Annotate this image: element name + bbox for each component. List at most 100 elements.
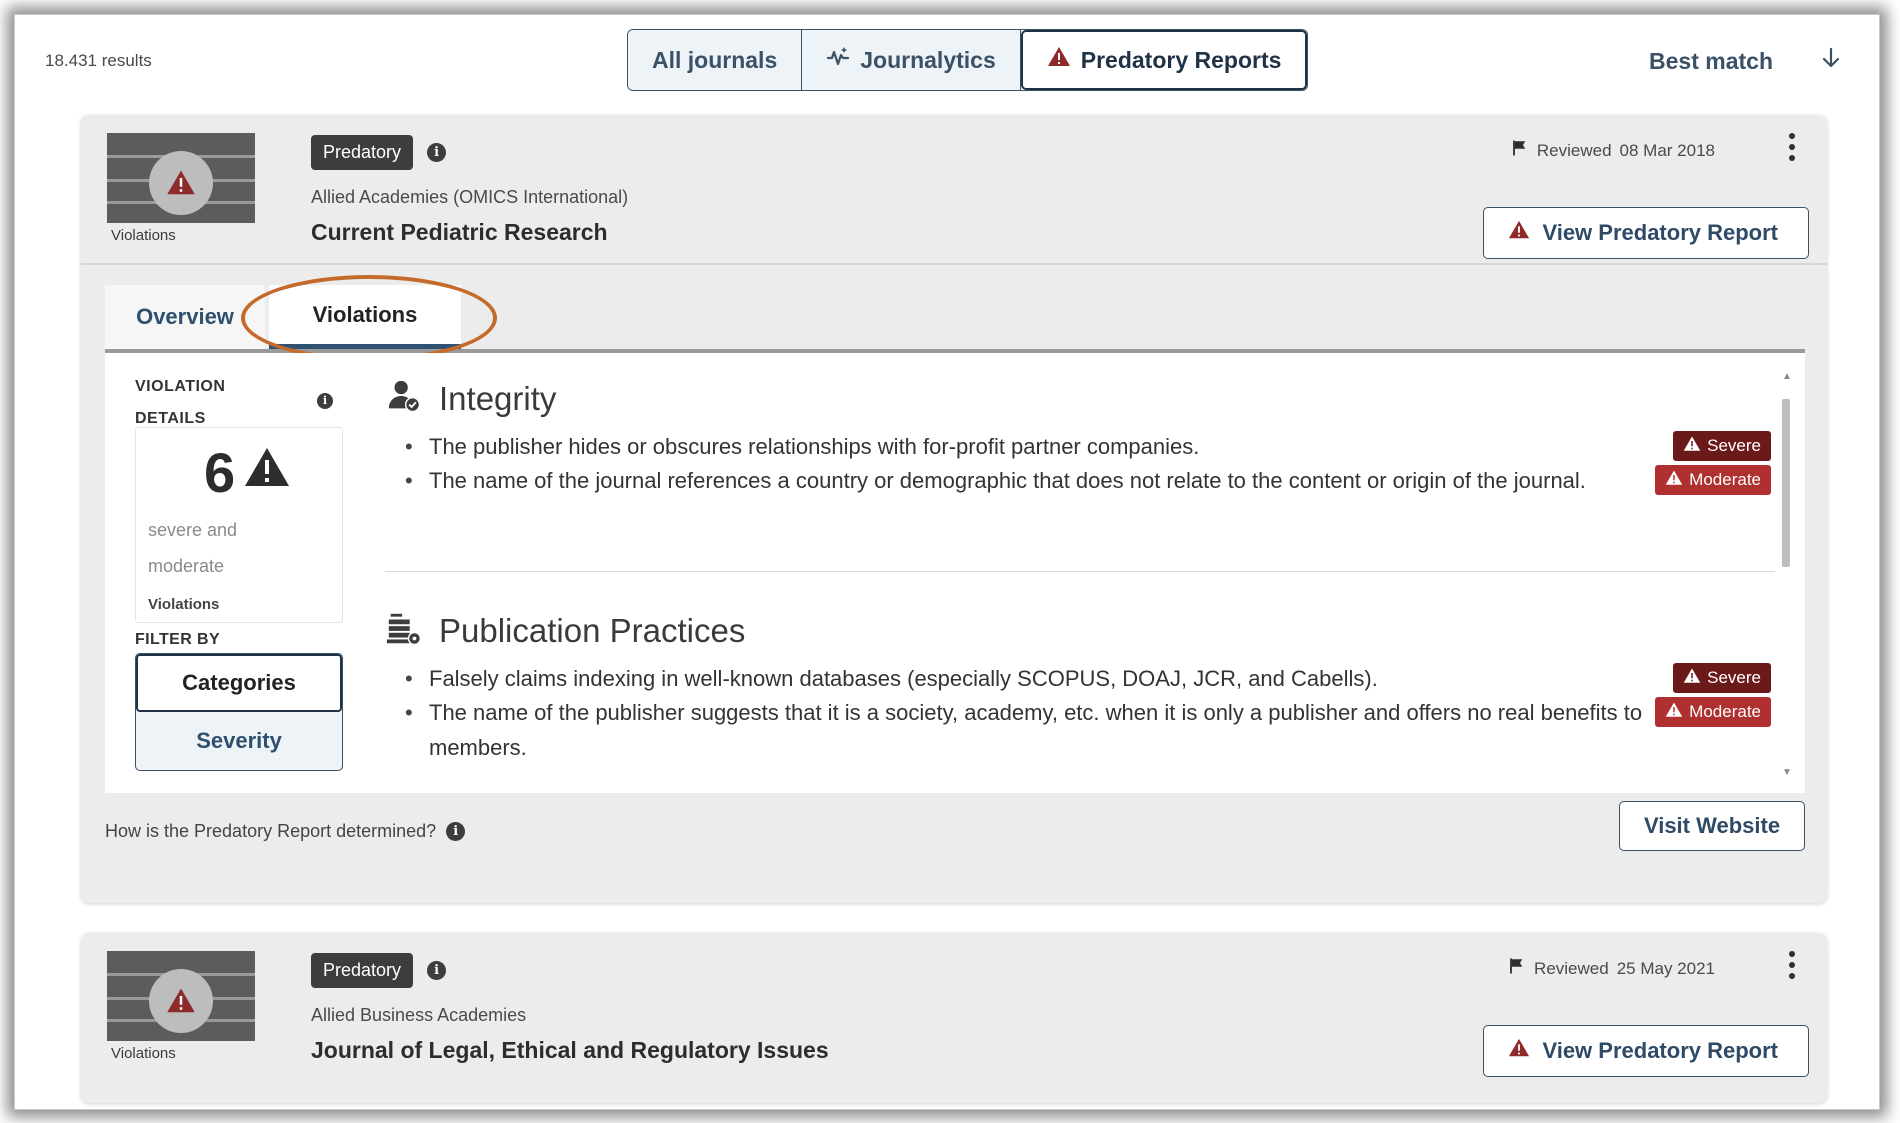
warning-triangle-icon	[1508, 219, 1530, 247]
severity-label: Severe	[1707, 436, 1761, 455]
app-frame: 18.431 results All journals Journalytics…	[14, 14, 1880, 1110]
count-sub-line2: moderate	[148, 556, 225, 576]
view-switcher: All journals Journalytics Predatory Repo…	[627, 29, 1309, 91]
filter-severity-button[interactable]: Severity	[136, 712, 342, 770]
violation-details-title-line1: VIOLATION	[135, 378, 226, 395]
reviewed-date: Reviewed 25 May 2021	[1508, 957, 1715, 980]
warning-triangle-icon	[149, 969, 213, 1033]
severity-badge-moderate: Moderate	[1655, 697, 1771, 727]
view-predatory-report-button[interactable]: View Predatory Report	[1483, 1025, 1809, 1077]
violation-item: The name of the publisher suggests that …	[405, 695, 1645, 765]
tab-all-journals[interactable]: All journals	[628, 30, 803, 90]
results-count: 18.431 results	[45, 51, 152, 70]
visit-website-button[interactable]: Visit Website	[1619, 801, 1805, 851]
tab-journalytics-label: Journalytics	[860, 46, 996, 73]
violation-count-label: Violations	[148, 596, 220, 613]
tab-journalytics[interactable]: Journalytics	[802, 30, 1021, 90]
tab-overview[interactable]: Overview	[105, 285, 265, 349]
violation-section-integrity: Integrity The publisher hides or obscure…	[385, 377, 1775, 498]
warning-triangle-icon	[1047, 45, 1071, 75]
predatory-tag-group: Predatory i	[311, 135, 447, 170]
view-predatory-report-label: View Predatory Report	[1542, 1038, 1778, 1063]
predatory-tag-group: Predatory i	[311, 953, 447, 988]
reviewed-label: Reviewed	[1534, 958, 1609, 978]
thumbnail-label: Violations	[111, 227, 176, 244]
journal-card-header: Violations Predatory i Allied Academies …	[81, 115, 1827, 265]
count-sub-line1: severe and	[148, 520, 238, 540]
section-title: Integrity	[439, 380, 557, 417]
publisher-name: Allied Business Academies	[311, 1005, 527, 1025]
sort-label: Best match	[1649, 47, 1773, 74]
severity-badge-moderate: Moderate	[1655, 465, 1771, 495]
predatory-tag: Predatory	[311, 135, 414, 170]
severity-label: Moderate	[1689, 702, 1761, 721]
tab-predatory-reports-label: Predatory Reports	[1080, 46, 1282, 73]
card-tabs: Overview Violations	[105, 285, 461, 349]
tab-all-journals-label: All journals	[652, 46, 778, 73]
reviewed-label: Reviewed	[1536, 140, 1612, 160]
severity-label: Moderate	[1689, 470, 1761, 489]
violation-details-title: VIOLATION DETAILS	[135, 371, 225, 435]
reviewed-date: Reviewed 08 Mar 2018	[1511, 139, 1715, 162]
publication-stack-icon	[385, 610, 423, 653]
filter-toggle: Categories Severity	[135, 653, 343, 771]
section-divider	[385, 571, 1775, 572]
scrollbar[interactable]: ▲ ▼	[1781, 371, 1792, 781]
severity-label: Severe	[1707, 668, 1761, 687]
info-icon[interactable]: i	[446, 822, 466, 841]
predatory-tag: Predatory	[311, 953, 414, 988]
filter-by-label: FILTER BY	[135, 631, 221, 648]
flag-icon	[1508, 957, 1526, 980]
sort-dropdown[interactable]: Best match	[1649, 46, 1843, 76]
more-options-icon[interactable]	[1787, 133, 1797, 161]
section-title: Publication Practices	[439, 612, 746, 649]
violations-thumbnail	[107, 133, 255, 223]
scroll-down-icon[interactable]: ▼	[1782, 767, 1792, 778]
info-icon[interactable]: i	[317, 391, 333, 409]
info-icon[interactable]: i	[427, 961, 447, 980]
info-icon[interactable]: i	[427, 143, 447, 162]
warning-triangle-icon	[1683, 667, 1701, 690]
flag-icon	[1511, 139, 1529, 162]
violation-count-value: 6	[204, 441, 236, 504]
more-options-icon[interactable]	[1787, 951, 1797, 979]
violation-count: 6	[204, 440, 291, 505]
journal-title[interactable]: Current Pediatric Research	[311, 219, 608, 246]
violation-count-box: 6 severe and moderate Violations	[135, 427, 343, 623]
warning-triangle-icon	[1665, 701, 1683, 724]
tab-violations[interactable]: Violations	[269, 285, 461, 349]
tab-predatory-reports[interactable]: Predatory Reports	[1020, 30, 1308, 90]
journal-title[interactable]: Journal of Legal, Ethical and Regulatory…	[311, 1037, 829, 1064]
warning-triangle-icon	[243, 440, 291, 505]
view-predatory-report-button[interactable]: View Predatory Report	[1483, 207, 1809, 259]
reviewed-date-value: 25 May 2021	[1616, 958, 1715, 978]
warning-triangle-icon	[1508, 1037, 1530, 1065]
violations-panel: VIOLATION DETAILS i 6 severe and moderat…	[105, 353, 1805, 793]
pulse-sparkle-icon	[826, 45, 850, 75]
violation-item: The name of the journal references a cou…	[405, 463, 1645, 498]
violations-list: Integrity The publisher hides or obscure…	[385, 353, 1775, 793]
thumbnail-label: Violations	[111, 1045, 176, 1062]
view-predatory-report-label: View Predatory Report	[1542, 220, 1778, 245]
severity-badge-severe: Severe	[1673, 431, 1771, 461]
warning-triangle-icon	[1665, 469, 1683, 492]
violation-item: The publisher hides or obscures relation…	[405, 429, 1645, 464]
journal-card-header: Violations Predatory i Allied Business A…	[81, 933, 1827, 1083]
violation-item: Falsely claims indexing in well-known da…	[405, 661, 1645, 696]
filter-categories-button[interactable]: Categories	[136, 654, 342, 712]
scrollbar-thumb[interactable]	[1782, 399, 1790, 567]
arrow-down-icon[interactable]	[1819, 46, 1843, 76]
publisher-name: Allied Academies (OMICS International)	[311, 187, 629, 207]
section-header: Publication Practices	[385, 609, 1775, 653]
warning-triangle-icon	[1683, 435, 1701, 458]
section-header: Integrity	[385, 377, 1775, 421]
violations-thumbnail	[107, 951, 255, 1041]
journal-card: Violations Predatory i Allied Academies …	[81, 115, 1827, 903]
scroll-up-icon[interactable]: ▲	[1782, 371, 1792, 382]
user-check-icon	[385, 378, 423, 421]
help-question: How is the Predatory Report determined?	[105, 821, 437, 841]
journal-card: Violations Predatory i Allied Business A…	[81, 933, 1827, 1103]
predatory-report-help: How is the Predatory Report determined? …	[105, 821, 466, 842]
violation-count-description: severe and moderate	[148, 512, 268, 584]
reviewed-date-value: 08 Mar 2018	[1619, 140, 1715, 160]
